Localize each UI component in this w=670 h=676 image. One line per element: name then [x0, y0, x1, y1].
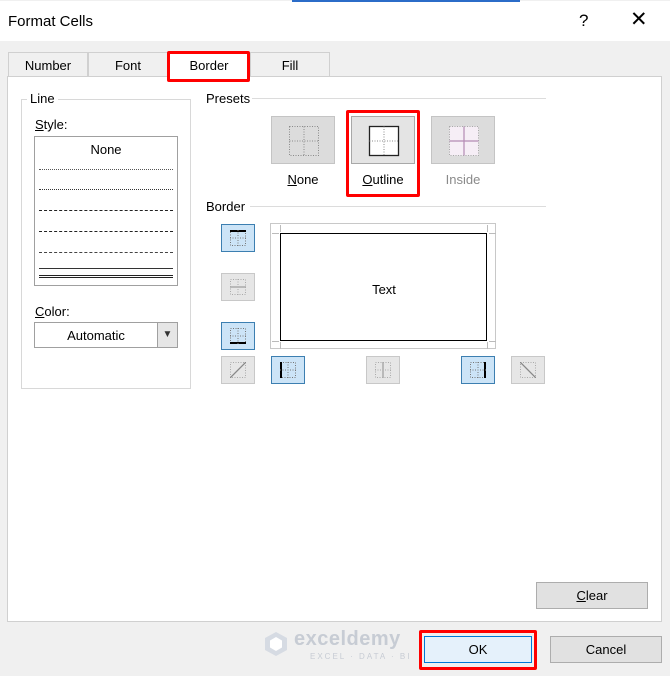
preview-tick — [487, 225, 488, 232]
border-separator — [250, 206, 546, 207]
preview-tick — [280, 225, 281, 232]
exceldemy-logo-icon — [265, 632, 287, 656]
line-style-none[interactable]: None — [35, 142, 177, 157]
border-right-icon — [470, 362, 486, 378]
tab-number[interactable]: Number — [8, 52, 88, 77]
exceldemy-logo — [262, 630, 290, 658]
preset-outline-highlight — [346, 110, 420, 197]
border-section-label: Border — [206, 199, 246, 214]
cancel-button[interactable]: Cancel — [550, 636, 662, 663]
presets-separator — [252, 98, 546, 99]
color-label: Color: — [35, 304, 70, 319]
close-button[interactable]: ✕ — [630, 8, 648, 32]
border-inside-horizontal-button[interactable] — [221, 273, 255, 301]
ok-button-highlight — [419, 630, 537, 670]
line-style-list[interactable]: None — [34, 136, 178, 286]
tab-border-highlight — [167, 51, 250, 82]
window-title: Format Cells — [8, 13, 94, 30]
preview-text: Text — [372, 282, 396, 297]
line-style-dash-dot[interactable] — [39, 231, 173, 232]
border-inside-horizontal-icon — [230, 279, 246, 295]
watermark-tagline: EXCEL · DATA · BI — [310, 652, 412, 661]
border-right-button[interactable] — [461, 356, 495, 384]
preset-inside-label: Inside — [445, 172, 481, 187]
preview-tick — [489, 233, 496, 234]
diagonal-up-icon — [230, 362, 246, 378]
line-style-double[interactable] — [39, 275, 173, 278]
clear-button[interactable]: Clear — [536, 582, 648, 609]
border-preview[interactable]: Text — [270, 223, 496, 349]
line-style-dotted[interactable] — [39, 189, 173, 190]
preset-inside-icon — [449, 126, 479, 156]
preset-none-label: None — [287, 172, 319, 187]
border-bottom-icon — [230, 328, 246, 344]
line-group-label: Line — [27, 91, 58, 106]
window-accent-strip — [292, 0, 520, 2]
border-diagonal-down-button[interactable] — [511, 356, 545, 384]
diagonal-down-icon — [520, 362, 536, 378]
line-style-dash-dot-dot[interactable] — [39, 210, 173, 211]
color-value: Automatic — [67, 328, 125, 343]
chevron-down-icon[interactable]: ▼ — [157, 323, 177, 347]
line-style-thin[interactable] — [39, 268, 173, 269]
border-top-icon — [230, 230, 246, 246]
tab-fill[interactable]: Fill — [250, 52, 330, 77]
preview-tick — [272, 341, 279, 342]
border-inside-vertical-button[interactable] — [366, 356, 400, 384]
preset-none-icon — [289, 126, 319, 156]
line-style-hair[interactable] — [39, 169, 173, 170]
border-bottom-button[interactable] — [221, 322, 255, 350]
style-label: Style: — [35, 117, 68, 132]
preview-tick — [280, 342, 281, 349]
preview-tick — [272, 233, 279, 234]
color-dropdown[interactable]: Automatic ▼ — [34, 322, 178, 348]
preset-inside-button[interactable] — [431, 116, 495, 164]
border-diagonal-up-button[interactable] — [221, 356, 255, 384]
border-left-icon — [280, 362, 296, 378]
border-left-button[interactable] — [271, 356, 305, 384]
border-top-button[interactable] — [221, 224, 255, 252]
watermark-name: exceldemy — [294, 628, 401, 650]
help-button[interactable]: ? — [579, 11, 588, 31]
preset-none-button[interactable] — [271, 116, 335, 164]
border-inside-vertical-icon — [375, 362, 391, 378]
line-style-dashed[interactable] — [39, 252, 173, 253]
preview-tick — [487, 342, 488, 349]
tab-font[interactable]: Font — [88, 52, 168, 77]
preview-tick — [489, 341, 496, 342]
presets-label: Presets — [206, 91, 251, 106]
